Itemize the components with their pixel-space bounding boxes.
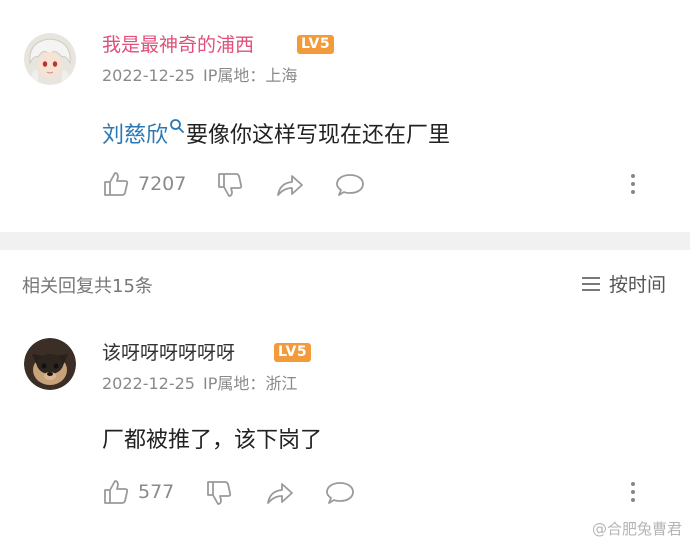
comment-meta: 2022-12-25 IP属地：上海: [102, 66, 297, 86]
comment-ip-location: IP属地：上海: [202, 66, 298, 85]
reply-username[interactable]: 该呀呀呀呀呀呀: [102, 342, 235, 364]
reply-button[interactable]: [335, 171, 365, 199]
more-vertical-icon[interactable]: [630, 174, 636, 198]
reply-text: 厂都被推了，该下岗了: [102, 428, 323, 453]
thumbs-down-icon: [207, 481, 232, 505]
more-vertical-icon[interactable]: [630, 482, 636, 506]
comment-bubble-icon: [326, 482, 354, 504]
reply-reply-button[interactable]: [325, 479, 355, 507]
dislike-button[interactable]: [216, 171, 244, 199]
comment-username[interactable]: 我是最神奇的浦西: [102, 34, 254, 56]
search-icon: [170, 119, 184, 133]
share-icon: [267, 483, 293, 504]
like-button[interactable]: 7207: [102, 170, 186, 198]
mention-link[interactable]: 刘慈欣: [102, 123, 168, 148]
share-icon: [277, 175, 303, 196]
avatar-anime-icon: [24, 33, 76, 85]
section-divider: [0, 232, 690, 250]
reply-date: 2022-12-25: [102, 374, 195, 393]
comment-bubble-icon: [336, 174, 364, 196]
sort-lines-icon: [581, 276, 600, 291]
comment-date: 2022-12-25: [102, 66, 195, 85]
thumbs-down-icon: [218, 173, 243, 197]
replies-section: 相关回复共15条 按时间 该呀呀呀呀呀呀 LV5 2022-12-25 IP属地：…: [0, 250, 690, 545]
comment-card: 我是最神奇的浦西 LV5 2022-12-25 IP属地：上海 刘慈欣 要像你这样写…: [0, 0, 690, 232]
reply-level-badge: LV5: [274, 343, 312, 362]
comment-text: 刘慈欣 要像你这样写现在还在厂里: [102, 118, 450, 151]
level-badge: LV5: [297, 35, 335, 54]
replies-count: 相关回复共15条: [22, 276, 153, 297]
reply-avatar[interactable]: [24, 338, 76, 390]
reply-meta: 2022-12-25 IP属地：浙江: [102, 374, 297, 394]
reply-like-button[interactable]: 577: [102, 478, 174, 506]
reply-share-button[interactable]: [265, 479, 295, 507]
like-count: 7207: [138, 173, 187, 195]
reply-dislike-button[interactable]: [205, 479, 233, 507]
reply-ip-location: IP属地：浙江: [202, 374, 298, 393]
avatar-dog-icon: [24, 338, 76, 390]
sort-label: 按时间: [608, 274, 666, 296]
thumbs-up-icon: [104, 480, 129, 504]
thumbs-up-icon: [104, 172, 129, 196]
share-button[interactable]: [275, 171, 305, 199]
reply-like-count: 577: [138, 481, 175, 503]
avatar[interactable]: [24, 33, 76, 85]
comment-body: 要像你这样写现在还在厂里: [186, 123, 451, 148]
watermark: @合肥兔曹君: [591, 520, 682, 538]
sort-button[interactable]: 按时间: [581, 270, 666, 297]
